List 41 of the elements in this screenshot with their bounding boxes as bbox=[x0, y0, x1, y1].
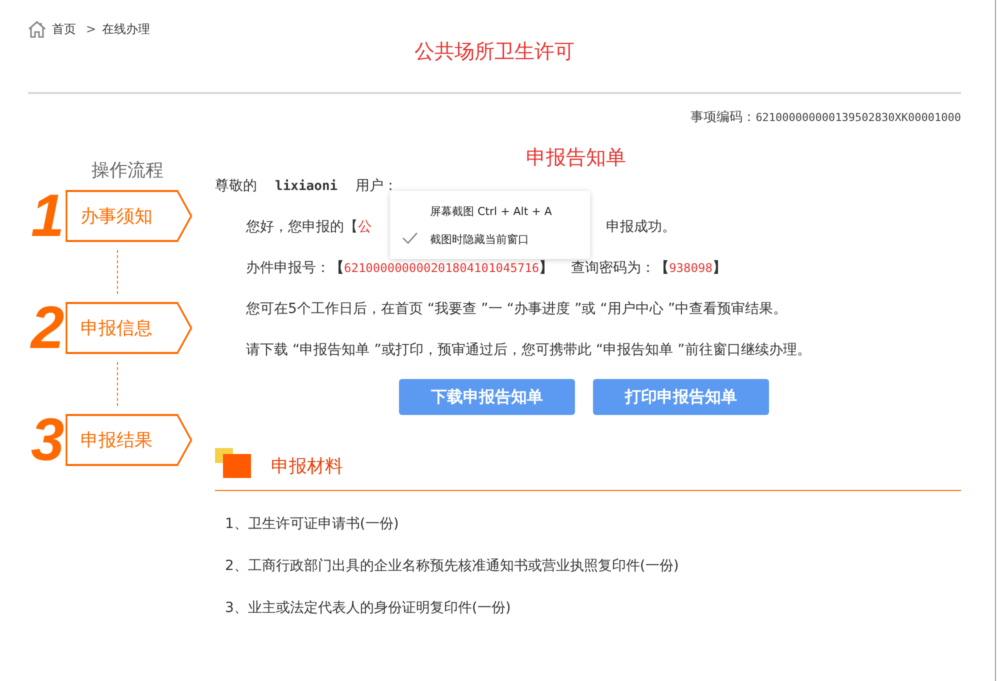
home-icon[interactable] bbox=[28, 20, 46, 38]
case-number-label: 办件申报号： bbox=[246, 260, 330, 276]
username: lixiaoni bbox=[275, 178, 338, 194]
action-button[interactable]: 打印申报告知单 bbox=[593, 379, 769, 415]
step-number: 1 bbox=[30, 190, 66, 242]
service-name: 公 bbox=[358, 219, 372, 235]
menu-item[interactable]: 屏幕截图 Ctrl + Alt + A bbox=[390, 197, 590, 225]
bracket: 】 bbox=[539, 260, 554, 276]
material-item: 2、工商行政部门出具的企业名称预先核准通知书或营业执照复印件(一份) bbox=[225, 557, 680, 575]
notice-title: 申报告知单 bbox=[525, 144, 627, 171]
breadcrumb-link[interactable]: 在线办理 bbox=[102, 20, 150, 38]
material-item: 3、业主或法定代表人的身份证明复印件(一份) bbox=[225, 599, 512, 617]
page-title: 公共场所卫生许可 bbox=[414, 38, 576, 65]
step-label: 申报结果 bbox=[80, 429, 152, 452]
instruction-text: 您可在5个工作日后，在首页 “我要查 ”一 “办事进度 ”或 “用户中心 ”中查看预审结果。 bbox=[246, 300, 788, 318]
bracket: 【 bbox=[330, 260, 344, 276]
password-label: 查询密码为： bbox=[571, 260, 656, 276]
item-code-label: 事项编码： bbox=[690, 110, 756, 125]
step-number: 3 bbox=[30, 414, 66, 466]
case-number-value: 621000000000201804101045716 bbox=[344, 261, 540, 275]
item-code-value: 621000000000139502830XK00001000 bbox=[756, 111, 961, 124]
process-title: 操作流程 bbox=[92, 159, 164, 182]
squares-icon bbox=[215, 448, 253, 478]
breadcrumb-link[interactable]: 首页 bbox=[52, 20, 76, 38]
section-title: 申报材料 bbox=[271, 455, 343, 478]
greeting-text: 尊敬的 bbox=[215, 177, 257, 195]
menu-item[interactable]: 截图时隐藏当前窗口 bbox=[390, 225, 590, 253]
breadcrumb-separator: > bbox=[86, 22, 96, 36]
greeting-text: 用户： bbox=[356, 177, 398, 195]
success-text: 申报成功。 bbox=[606, 219, 676, 235]
bracket: 】 bbox=[712, 260, 726, 276]
action-button[interactable]: 下载申报告知单 bbox=[399, 379, 575, 415]
step-label: 办事须知 bbox=[80, 205, 152, 228]
instruction-text: 请下载 “申报告知单 ”或打印，预审通过后，您可携带此 “申报告知单 ”前往窗口继续办理。 bbox=[246, 341, 812, 359]
password-value: 938098 bbox=[669, 261, 712, 275]
bracket: 【 bbox=[655, 260, 670, 276]
check-icon bbox=[402, 232, 418, 244]
step-number: 2 bbox=[29, 302, 66, 354]
material-item: 1、卫生许可证申请书(一份) bbox=[225, 515, 400, 533]
success-text: 您好，您申报的【 bbox=[246, 219, 358, 235]
step-label: 申报信息 bbox=[80, 317, 152, 340]
